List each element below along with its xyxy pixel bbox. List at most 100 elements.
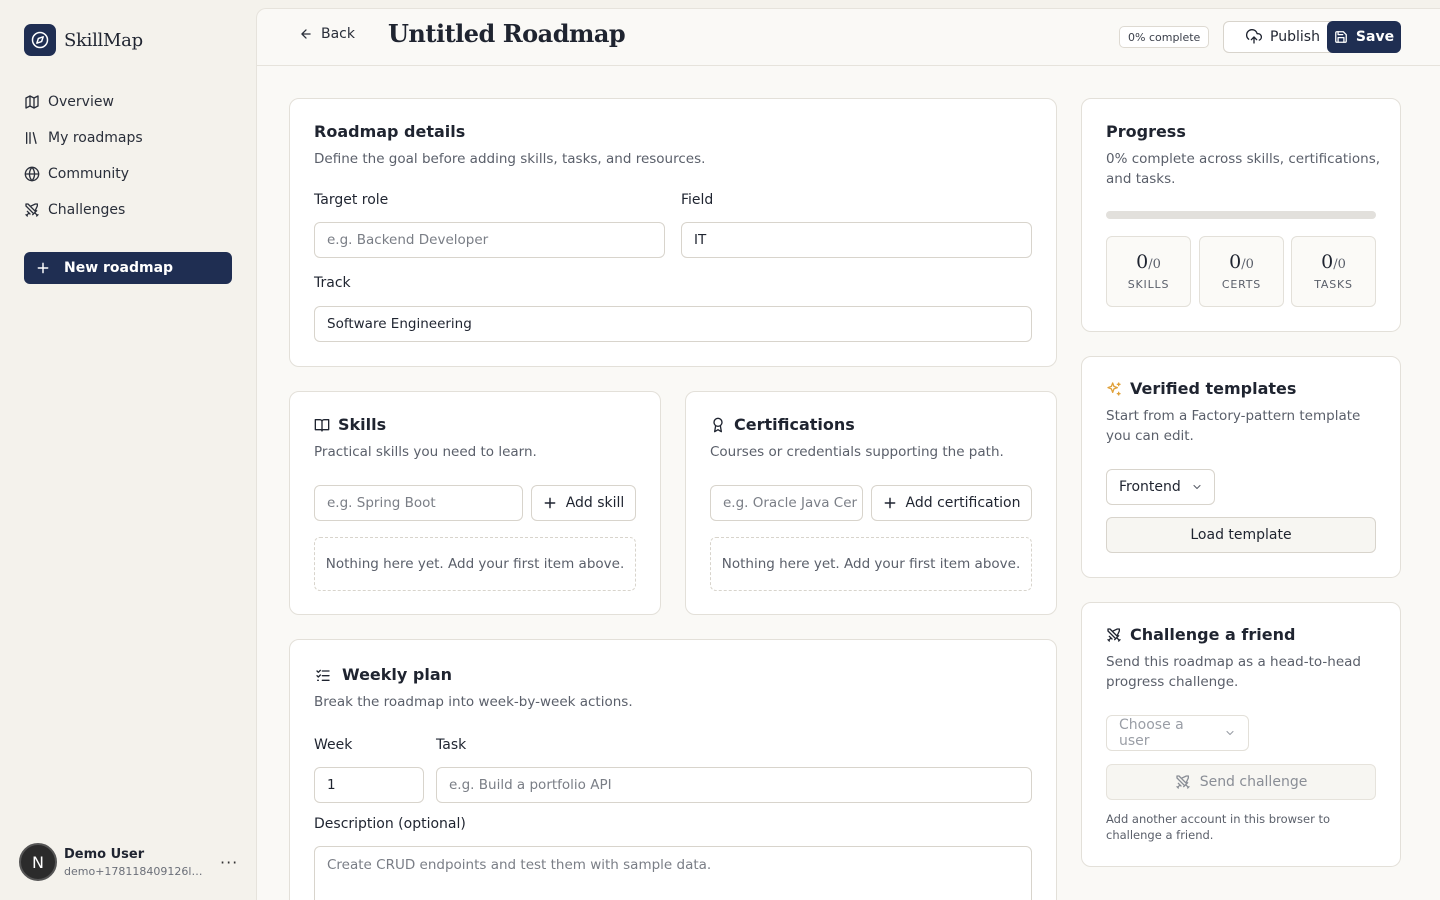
card-subtitle: Define the goal before adding skills, ta…: [314, 151, 706, 167]
card-subtitle: 0% complete across skills, certification…: [1106, 151, 1381, 187]
top-bar: Back Untitled Roadmap 0% complete Publis…: [257, 9, 1440, 66]
certifications-card: Certifications Courses or credentials su…: [685, 391, 1057, 615]
swords-icon: [1175, 774, 1191, 790]
sidebar-item-label: My roadmaps: [48, 130, 143, 146]
challenge-note: Add another account in this browser to c…: [1106, 812, 1331, 842]
globe-icon: [24, 166, 40, 182]
sparkles-icon: [1106, 381, 1122, 397]
certification-input[interactable]: e.g. Oracle Java Cer: [710, 485, 863, 521]
progress-bar: [1106, 211, 1376, 219]
skills-card: Skills Practical skills you need to lear…: [289, 391, 661, 615]
card-title: Skills: [338, 415, 387, 434]
swords-icon: [1106, 627, 1122, 643]
arrow-left-icon: [299, 27, 313, 41]
sidebar-item-overview[interactable]: Overview: [24, 84, 232, 120]
choose-user-value: Choose a user: [1119, 717, 1184, 749]
back-button[interactable]: Back: [299, 26, 355, 42]
list-checks-icon: [314, 667, 334, 683]
field-label: Field: [681, 192, 714, 208]
sidebar-item-label: Overview: [48, 94, 114, 110]
plus-icon: [36, 261, 50, 275]
load-template-button[interactable]: Load template: [1106, 517, 1376, 553]
publish-label: Publish: [1270, 29, 1320, 45]
add-skill-label: Add skill: [565, 495, 625, 511]
add-skill-button[interactable]: Add skill: [531, 485, 636, 521]
sidebar-nav: Overview My roadmaps Community Challenge…: [24, 84, 232, 228]
description-textarea[interactable]: Create CRUD endpoints and test them with…: [314, 846, 1032, 900]
track-input[interactable]: Software Engineering: [314, 306, 1032, 342]
swords-icon: [24, 202, 40, 218]
back-label: Back: [321, 26, 355, 42]
skill-input[interactable]: e.g. Spring Boot: [314, 485, 523, 521]
chevron-down-icon: [1224, 727, 1236, 739]
card-subtitle: Break the roadmap into week-by-week acti…: [314, 694, 633, 710]
verified-templates-card: Verified templates Start from a Factory-…: [1081, 356, 1401, 578]
card-subtitle: Practical skills you need to learn.: [314, 444, 537, 460]
brand[interactable]: SkillMap: [24, 24, 143, 56]
send-challenge-button[interactable]: Send challenge: [1106, 764, 1376, 800]
main-content: Back Untitled Roadmap 0% complete Publis…: [256, 8, 1440, 900]
card-title: Challenge a friend: [1130, 625, 1296, 644]
map-icon: [24, 94, 40, 110]
card-subtitle: Start from a Factory-pattern template yo…: [1106, 408, 1361, 444]
stat-tasks: 0/0 TASKS: [1291, 236, 1376, 307]
field-input[interactable]: IT: [681, 222, 1032, 258]
add-certification-button[interactable]: Add certification: [871, 485, 1032, 521]
avatar: N: [19, 843, 57, 881]
stat-skills: 0/0 SKILLS: [1106, 236, 1191, 307]
card-title: Weekly plan: [342, 665, 453, 684]
stat-value: 0: [1321, 251, 1334, 273]
stat-total: /0: [1241, 257, 1254, 272]
more-options-icon[interactable]: ···: [220, 853, 238, 872]
task-label: Task: [436, 737, 467, 753]
weekly-plan-card: Weekly plan Break the roadmap into week-…: [289, 639, 1057, 900]
stat-label: SKILLS: [1127, 278, 1170, 291]
plus-icon: [883, 496, 897, 510]
card-subtitle: Send this roadmap as a head-to-head prog…: [1106, 654, 1361, 690]
book-open-icon: [314, 417, 330, 433]
add-certification-label: Add certification: [905, 495, 1021, 511]
card-title: Verified templates: [1130, 379, 1297, 398]
brand-name: SkillMap: [64, 29, 143, 51]
plus-icon: [543, 496, 557, 510]
card-subtitle: Courses or credentials supporting the pa…: [710, 444, 1004, 460]
description-label: Description (optional): [314, 816, 466, 832]
progress-card: Progress 0% complete across skills, cert…: [1081, 98, 1401, 332]
target-role-label: Target role: [314, 192, 389, 208]
week-input[interactable]: 1: [314, 767, 424, 803]
stat-value: 0: [1136, 251, 1149, 273]
week-label: Week: [314, 737, 353, 753]
save-button[interactable]: Save: [1327, 21, 1401, 53]
challenge-friend-card: Challenge a friend Send this roadmap as …: [1081, 602, 1401, 867]
new-roadmap-button[interactable]: New roadmap: [24, 252, 232, 284]
task-input[interactable]: e.g. Build a portfolio API: [436, 767, 1032, 803]
sidebar-item-challenges[interactable]: Challenges: [24, 192, 232, 228]
sidebar-item-community[interactable]: Community: [24, 156, 232, 192]
roadmap-details-card: Roadmap details Define the goal before a…: [289, 98, 1057, 367]
stat-total: /0: [1148, 257, 1161, 272]
stat-total: /0: [1333, 257, 1346, 272]
user-email: demo+178118409126l@s...: [64, 864, 210, 878]
compass-icon: [24, 24, 56, 56]
choose-user-select[interactable]: Choose a user: [1106, 715, 1249, 751]
completion-badge: 0% complete: [1119, 26, 1210, 48]
stat-label: TASKS: [1314, 278, 1353, 291]
new-roadmap-label: New roadmap: [64, 260, 174, 276]
user-name: Demo User: [64, 846, 145, 862]
target-role-input[interactable]: e.g. Backend Developer: [314, 222, 665, 258]
save-label: Save: [1355, 29, 1395, 45]
certifications-empty-state: Nothing here yet. Add your first item ab…: [710, 537, 1032, 591]
card-title: Roadmap details: [314, 122, 466, 141]
track-label: Track: [314, 275, 351, 291]
sidebar-item-label: Challenges: [48, 202, 126, 218]
skills-empty-state: Nothing here yet. Add your first item ab…: [314, 537, 636, 591]
sidebar-item-label: Community: [48, 166, 130, 182]
page-title: Untitled Roadmap: [388, 19, 626, 48]
stat-label: CERTS: [1221, 278, 1262, 291]
stat-certs: 0/0 CERTS: [1199, 236, 1284, 307]
user-profile[interactable]: N Demo User demo+178118409126l@s... ···: [19, 842, 239, 882]
sidebar: SkillMap Overview My roadmaps Community …: [0, 0, 256, 900]
sidebar-item-my-roadmaps[interactable]: My roadmaps: [24, 120, 232, 156]
publish-button[interactable]: Publish: [1223, 21, 1343, 53]
template-select[interactable]: Frontend: [1106, 469, 1215, 505]
